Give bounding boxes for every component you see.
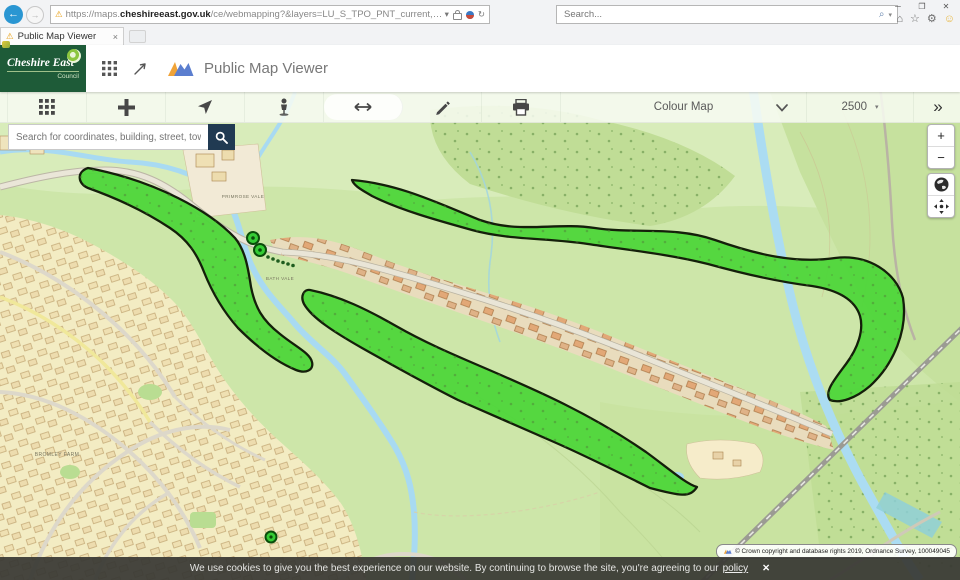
cookie-message: We use cookies to give you the best expe… bbox=[190, 563, 719, 574]
cookie-policy-link[interactable]: policy bbox=[723, 563, 749, 574]
pan-button[interactable] bbox=[928, 195, 954, 217]
feedback-smiley-icon[interactable]: ☺ bbox=[944, 13, 955, 25]
draw-button[interactable] bbox=[403, 92, 482, 122]
diagonal-arrow-icon bbox=[133, 62, 147, 76]
council-sub: Council bbox=[7, 73, 79, 80]
tab-bar: ⚠ Public Map Viewer × bbox=[0, 27, 960, 46]
forward-button[interactable]: → bbox=[26, 6, 44, 24]
map-viewer-logo-icon bbox=[165, 59, 195, 78]
search-magnifier-icon[interactable]: ⌕ bbox=[879, 9, 885, 20]
map-search-input[interactable] bbox=[8, 124, 208, 150]
url-scheme: https://maps. bbox=[66, 9, 120, 20]
basemap-label: Colour Map bbox=[654, 101, 713, 113]
favorites-bar-icon bbox=[2, 41, 10, 48]
globe-icon bbox=[934, 177, 949, 192]
location-arrow-icon bbox=[197, 99, 213, 115]
map-toolbar: Colour Map 2500 ▾ » bbox=[0, 92, 960, 123]
zoom-out-button[interactable]: − bbox=[928, 146, 954, 168]
plus-icon bbox=[118, 99, 135, 116]
map-search-button[interactable] bbox=[208, 124, 235, 150]
map-label-bromley-farm: BROMLEY FARM bbox=[35, 452, 79, 458]
basemap-dropdown[interactable]: Colour Map bbox=[561, 92, 807, 122]
grid-icon bbox=[39, 99, 55, 115]
autocomplete-caret-icon[interactable]: ▾ bbox=[445, 9, 449, 20]
address-row: ← → ⚠ https://maps.cheshireeast.gov.uk/c… bbox=[0, 0, 960, 27]
chevron-down-icon bbox=[776, 104, 788, 112]
forward-arrow-icon: → bbox=[31, 10, 40, 20]
map-nav-controls bbox=[927, 173, 955, 218]
map-image[interactable]: PRIMROSE VALE BATH VALE BROMLEY FARM bbox=[0, 92, 960, 580]
browser-search-input[interactable] bbox=[562, 8, 879, 21]
double-arrow-icon bbox=[353, 101, 373, 113]
tab-close-icon[interactable]: × bbox=[113, 32, 118, 42]
home-icon[interactable]: ⌂ bbox=[896, 13, 903, 25]
back-arrow-icon: ← bbox=[8, 9, 19, 20]
browser-chrome: ← → ⚠ https://maps.cheshireeast.gov.uk/c… bbox=[0, 0, 960, 45]
page-title: Public Map Viewer bbox=[204, 60, 328, 77]
map-canvas[interactable]: PRIMROSE VALE BATH VALE BROMLEY FARM bbox=[0, 92, 960, 580]
security-shield-icon bbox=[466, 11, 474, 19]
attribution-text: © Crown copyright and database rights 20… bbox=[735, 548, 950, 555]
certificate-warning-icon: ⚠ bbox=[55, 9, 63, 20]
street-view-button[interactable] bbox=[245, 92, 324, 122]
map-search bbox=[8, 124, 235, 150]
zoom-in-button[interactable]: + bbox=[928, 125, 954, 146]
menu-grid-button[interactable] bbox=[102, 61, 117, 76]
cookie-banner: We use cookies to give you the best expe… bbox=[0, 557, 960, 580]
toolbar-expand-button[interactable]: » bbox=[914, 92, 960, 122]
address-bar[interactable]: ⚠ https://maps.cheshireeast.gov.uk/ce/we… bbox=[50, 5, 490, 24]
map-label-primrose-vale: PRIMROSE VALE bbox=[222, 194, 264, 199]
layers-grid-button[interactable] bbox=[7, 92, 87, 122]
scale-dropdown[interactable]: 2500 ▾ bbox=[807, 92, 914, 122]
measure-distance-button[interactable] bbox=[324, 94, 403, 120]
scale-value: 2500 bbox=[841, 101, 867, 113]
pan-arrows-icon bbox=[934, 199, 949, 214]
my-location-button[interactable] bbox=[166, 92, 245, 122]
cookie-close-icon[interactable]: ✕ bbox=[762, 563, 770, 574]
scale-caret-icon: ▾ bbox=[875, 103, 879, 111]
cheshire-east-logo[interactable]: Cheshire East Council bbox=[0, 45, 86, 92]
new-tab-button[interactable] bbox=[129, 30, 146, 43]
app-header: Cheshire East Council Public Map Vi bbox=[0, 45, 960, 92]
pencil-icon bbox=[434, 99, 450, 115]
tab-title: Public Map Viewer bbox=[18, 31, 97, 42]
url-path: /ce/webmapping?&layers=LU_S_TPO_PNT_curr… bbox=[211, 9, 445, 20]
browser-window: ← → ⚠ https://maps.cheshireeast.gov.uk/c… bbox=[0, 0, 960, 580]
printer-icon bbox=[512, 99, 530, 116]
zoom-controls: + − bbox=[927, 124, 955, 169]
council-emblem-icon bbox=[67, 49, 81, 63]
double-chevron-right-icon: » bbox=[933, 97, 940, 117]
settings-gear-icon[interactable]: ⚙ bbox=[927, 12, 937, 25]
browser-search-box[interactable]: ⌕ ▾ bbox=[556, 5, 898, 24]
lock-icon bbox=[453, 13, 462, 20]
back-button[interactable]: ← bbox=[4, 5, 23, 24]
measure-toggle-button[interactable] bbox=[133, 62, 147, 76]
map-label-bath-vale: BATH VALE bbox=[266, 276, 294, 281]
print-button[interactable] bbox=[482, 92, 561, 122]
magnifier-icon bbox=[215, 131, 228, 144]
refresh-icon[interactable]: ↻ bbox=[478, 9, 485, 20]
street-view-person-icon bbox=[277, 98, 291, 116]
favorites-star-icon[interactable]: ☆ bbox=[910, 12, 920, 25]
zoom-to-extent-button[interactable] bbox=[87, 92, 166, 122]
grid-icon bbox=[102, 61, 117, 76]
url-domain: cheshireeast.gov.uk bbox=[120, 9, 211, 20]
tab-public-map-viewer[interactable]: ⚠ Public Map Viewer × bbox=[0, 27, 124, 45]
overview-globe-button[interactable] bbox=[928, 174, 954, 195]
os-logo-icon bbox=[723, 548, 732, 555]
